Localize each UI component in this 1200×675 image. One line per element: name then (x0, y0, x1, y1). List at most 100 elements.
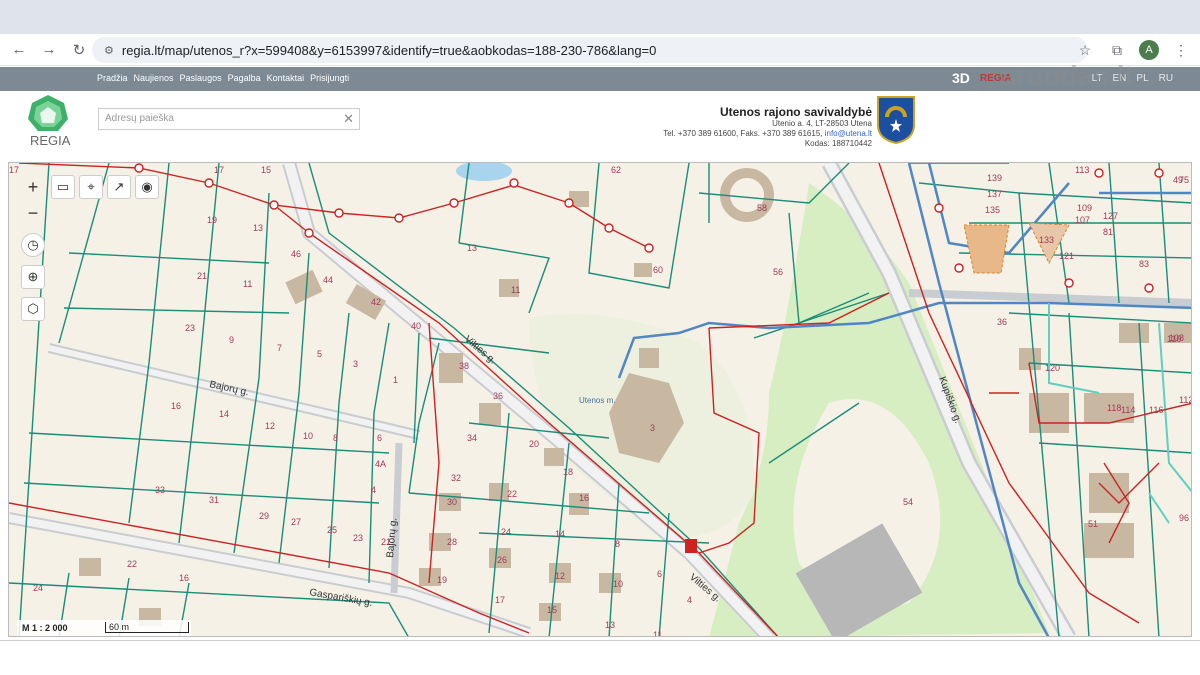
parcel-number: 16 (579, 493, 589, 503)
lang-ru[interactable]: RU (1159, 73, 1173, 84)
parcel-number: 46 (291, 249, 301, 259)
municipality-email-link[interactable]: info@utena.lt (825, 129, 872, 138)
browser-tab-strip (0, 0, 1200, 34)
parcel-number: 62 (611, 165, 621, 175)
parcel-number: 22 (127, 559, 137, 569)
parcel-number: 16 (171, 401, 181, 411)
parcel-number: 58 (757, 203, 767, 213)
reload-icon[interactable]: ↻ (64, 36, 94, 64)
parcel-number: 120 (1045, 363, 1060, 373)
search-placeholder: Adresų paieška (105, 113, 174, 124)
zoom-out-button[interactable]: − (21, 201, 45, 225)
nav-login[interactable]: Prisijungti (310, 73, 349, 83)
parcel-number: 16 (179, 573, 189, 583)
parcel-number: 14 (555, 529, 565, 539)
share-icon[interactable]: ↗ (107, 175, 131, 199)
parcel-number: 113 (1075, 165, 1089, 175)
parcel-number: 121 (1059, 251, 1074, 261)
zoom-in-button[interactable]: + (21, 175, 45, 199)
coat-of-arms-icon (877, 96, 915, 145)
parcel-number: 36 (997, 317, 1007, 327)
parcel-number: 44 (323, 275, 333, 285)
parcel-number: 81 (1103, 227, 1113, 237)
address-bar[interactable]: ⚙ regia.lt/map/utenos_r?x=599408&y=61539… (92, 37, 1088, 63)
parcel-number: 27 (291, 517, 301, 527)
parcel-number: 3 (650, 423, 655, 433)
cadastral-map[interactable]: 17 15 19 13 46 21 11 44 42 40 23 9 7 5 3 1 38 36 34 16 14 12 1… (8, 162, 1192, 637)
parcel-number: 4A (375, 459, 386, 469)
nav-help[interactable]: Pagalba (228, 73, 261, 83)
parcel-number: 127 (1103, 211, 1118, 221)
parcel-number: 14 (219, 409, 229, 419)
transformer-marker-icon (685, 539, 697, 553)
parcel-number: 17 (495, 595, 505, 605)
measure-ruler-icon[interactable]: ▭ (51, 175, 75, 199)
menu-dots-icon[interactable]: ⋮ (1168, 37, 1194, 63)
parcel-number: 13 (253, 223, 263, 233)
parcel-number: 4 (371, 485, 376, 495)
parcel-number: 83 (1139, 259, 1149, 269)
parcel-number: 31 (209, 495, 219, 505)
parcel-number: 60 (653, 265, 663, 275)
parcel-number: 1 (393, 375, 398, 385)
parcel-number: 15 (547, 605, 557, 615)
pond (456, 163, 512, 181)
3d-button[interactable]: 3D (952, 70, 970, 86)
back-icon[interactable]: ← (4, 36, 34, 64)
nav-services[interactable]: Paslaugos (180, 73, 222, 83)
clear-icon[interactable]: ✕ (343, 111, 354, 127)
parcel-number: 49 (1173, 175, 1183, 185)
parcel-number: 10 (613, 579, 623, 589)
logo-text: REGIA (30, 133, 71, 148)
map-canvas[interactable]: 17 151913462111 44424023975313836341614121… (9, 163, 1192, 637)
parcel-number: 34 (467, 433, 477, 443)
parcel-number: 18 (563, 467, 573, 477)
scale-ratio: M 1 : 2 000 (22, 623, 68, 633)
parcel-number: 12 (265, 421, 275, 431)
parcel-number: 11 (511, 285, 520, 295)
parcel-number: 11 (653, 630, 662, 637)
place-label: Utenos m. (579, 396, 615, 405)
parcel-number: 54 (903, 497, 913, 507)
highlighted-parcel-a[interactable] (963, 224, 1010, 274)
locate-icon[interactable]: ⊕ (21, 265, 45, 289)
parcel-number: 24 (33, 583, 43, 593)
history-clock-icon[interactable]: ◷ (21, 233, 45, 257)
parcel-number: 38 (459, 361, 469, 371)
address-search-input[interactable]: Adresų paieška ✕ (98, 108, 360, 130)
parcel-number: 32 (451, 473, 461, 483)
forward-icon[interactable]: → (34, 36, 64, 64)
parcel-number: 51 (1088, 519, 1098, 529)
parcel-number: 22 (507, 489, 517, 499)
parcel-number: 8 (333, 433, 338, 443)
nav-contacts[interactable]: Kontaktai (267, 73, 305, 83)
nav-news[interactable]: Naujienos (134, 73, 174, 83)
municipality-code: Kodas: 188710442 (804, 139, 872, 148)
parcel-number: 36 (493, 391, 503, 401)
map-scale: M 1 : 2 000 60 m (17, 620, 191, 636)
parcel-number: 6 (377, 433, 382, 443)
nav-home[interactable]: Pradžia (97, 73, 128, 83)
pin-icon[interactable]: ⌖ (79, 175, 103, 199)
parcel-number: 9 (229, 335, 234, 345)
parcel-number: 33 (155, 485, 165, 495)
parcel-number: 13 (605, 620, 615, 630)
target-icon[interactable]: ◉ (135, 175, 159, 199)
site-settings-icon[interactable]: ⚙ (104, 44, 114, 57)
parcel-number: 12 (555, 571, 565, 581)
draw-polygon-icon[interactable]: ⬡ (21, 297, 45, 321)
parcel-number: 20 (529, 439, 539, 449)
municipality-name: Utenos rajono savivaldybė (719, 105, 872, 119)
lang-pl[interactable]: PL (1136, 73, 1148, 84)
parcel-number: 107 (1075, 215, 1090, 225)
parcel-number: 24 (501, 527, 511, 537)
profile-avatar[interactable]: A (1136, 37, 1162, 63)
parcel-number: 40 (411, 321, 421, 331)
parcel-number: 15 (261, 165, 271, 175)
parcel-number: 133 (1039, 235, 1054, 245)
parcel-number: 19 (207, 215, 217, 225)
page-bottom (0, 640, 1200, 675)
parcel-number: 108 (1169, 333, 1184, 343)
parcel-number: 6 (657, 569, 662, 579)
parcel-number: 28 (447, 537, 457, 547)
